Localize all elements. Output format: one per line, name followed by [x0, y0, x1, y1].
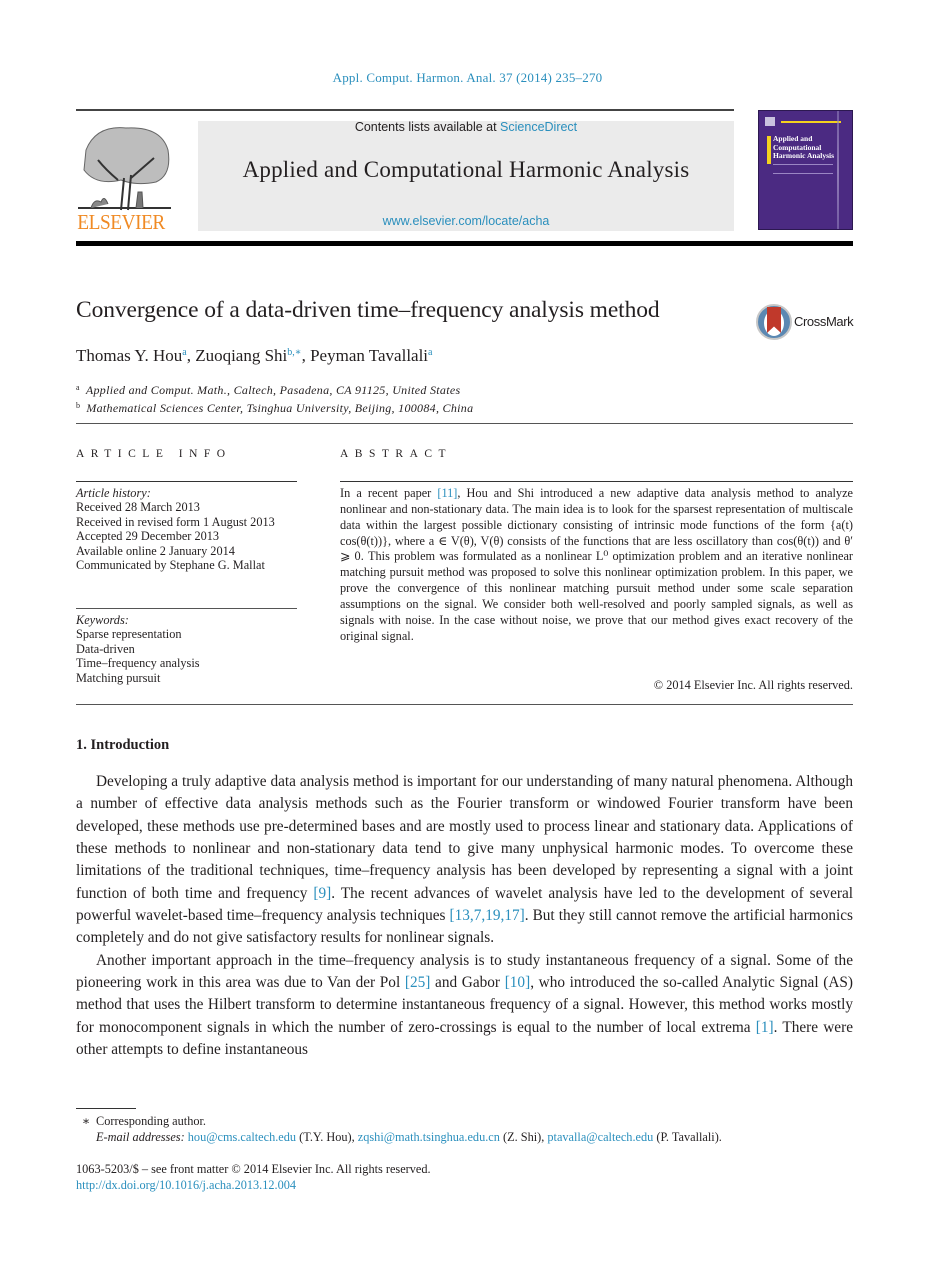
author-affiliation-link[interactable]: b,∗ [287, 347, 301, 358]
cover-title: Applied and Computational Harmonic Analy… [773, 134, 835, 160]
keyword: Matching pursuit [76, 670, 161, 685]
cover-publisher-logo-icon [765, 117, 775, 126]
citation-link[interactable]: [13,7,19,17] [450, 907, 525, 924]
article-title: Convergence of a data-driven time–freque… [76, 297, 660, 323]
email-link[interactable]: zqshi@math.tsinghua.edu.cn [358, 1130, 500, 1144]
keyword: Data-driven [76, 641, 135, 656]
crossmark-button[interactable]: CrossMark [756, 304, 856, 342]
contents-prefix: Contents lists available at [354, 120, 501, 134]
paragraph: Another important approach in the time–f… [76, 950, 853, 1062]
article-history-label: Article history: [76, 486, 151, 500]
footnotes: ∗ Corresponding author. E-mail addresses:… [76, 1113, 853, 1145]
journal-citation-link[interactable]: Appl. Comput. Harmon. Anal. 37 (2014) 23… [0, 70, 935, 86]
journal-cover-image[interactable]: Applied and Computational Harmonic Analy… [758, 110, 853, 230]
history-item: Received in revised form 1 August 2013 [76, 514, 275, 529]
citation-link[interactable]: [11] [437, 486, 457, 500]
sciencedirect-link[interactable]: ScienceDirect [500, 120, 577, 134]
body-text: Developing a truly adaptive data analysi… [76, 771, 853, 1061]
author-name: Zuoqiang Shi [195, 346, 288, 365]
author-affiliation-link[interactable]: a [428, 347, 432, 358]
front-matter: 1063-5203/$ – see front matter © 2014 El… [76, 1161, 431, 1193]
abstract-text: In a recent paper [11], Hou and Shi intr… [340, 486, 853, 644]
citation-link[interactable]: [9] [313, 885, 331, 902]
footnote-rule [76, 1108, 136, 1109]
author-affiliation-link[interactable]: a [182, 347, 186, 358]
article-info-heading: ARTICLE INFO [76, 448, 232, 460]
text-segment: Developing a truly adaptive data analysi… [76, 773, 853, 902]
email-owner: (T.Y. Hou), [296, 1130, 358, 1144]
crossmark-label: CrossMark [794, 314, 854, 329]
journal-name: Applied and Computational Harmonic Analy… [242, 157, 690, 182]
header-rule [76, 109, 734, 111]
cover-subtitle-lines [773, 164, 833, 174]
email-addresses: E-mail addresses: hou@cms.caltech.edu (T… [76, 1129, 853, 1145]
email-label: E-mail addresses: [96, 1130, 185, 1144]
citation-link[interactable]: [25] [405, 974, 431, 991]
divider [76, 608, 297, 609]
history-item: Communicated by Stephane G. Mallat [76, 558, 265, 573]
header-thick-rule [76, 241, 853, 246]
journal-homepage-link[interactable]: www.elsevier.com/locate/acha [198, 214, 734, 228]
citation-link[interactable]: [10] [505, 974, 531, 991]
history-item: Received 28 March 2013 [76, 500, 200, 515]
cover-side-bar [767, 136, 771, 164]
cover-accent-bar [781, 121, 841, 123]
footnote-marker: ∗ [81, 1114, 91, 1128]
corresponding-author-note: ∗ Corresponding author. [76, 1113, 853, 1129]
affiliation: b Mathematical Sciences Center, Tsinghua … [76, 398, 473, 416]
affiliation-text: Applied and Comput. Math., Caltech, Pasa… [85, 383, 461, 397]
history-item: Available online 2 January 2014 [76, 543, 235, 558]
author-list: Thomas Y. Houa, Zuoqiang Shib,∗, Peyman … [76, 346, 433, 365]
keywords-label: Keywords: [76, 613, 129, 627]
divider [76, 481, 297, 482]
abstract-copyright: © 2014 Elsevier Inc. All rights reserved… [653, 678, 853, 692]
divider [76, 423, 853, 424]
citation-link[interactable]: [1] [756, 1019, 774, 1036]
divider [340, 481, 853, 482]
email-link[interactable]: ptavalla@caltech.edu [547, 1130, 653, 1144]
email-owner: (Z. Shi), [499, 1130, 548, 1144]
email-owner: (P. Tavallali). [653, 1130, 722, 1144]
issn-line: 1063-5203/$ – see front matter © 2014 El… [76, 1162, 431, 1176]
affiliation-key: a [76, 383, 80, 392]
text-segment: and Gabor [430, 974, 505, 992]
corresponding-author-text: Corresponding author. [96, 1114, 206, 1128]
author-name: Thomas Y. Hou [76, 346, 183, 365]
paragraph: Developing a truly adaptive data analysi… [76, 771, 853, 950]
affiliations: a Applied and Comput. Math., Caltech, Pas… [76, 380, 473, 416]
keywords: Keywords: Sparse representation Data-dri… [76, 613, 297, 685]
contents-line: Contents lists available at ScienceDirec… [198, 120, 734, 134]
history-item: Accepted 29 December 2013 [76, 529, 220, 544]
affiliation-text: Mathematical Sciences Center, Tsinghua U… [86, 401, 474, 415]
abstract-text-segment: , Hou and Shi introduced a new adaptive … [340, 486, 854, 643]
keyword: Time–frequency analysis [76, 656, 200, 671]
email-link[interactable]: hou@cms.caltech.edu [188, 1130, 296, 1144]
section-heading: 1. Introduction [76, 737, 170, 753]
elsevier-wordmark: ELSEVIER [77, 210, 165, 234]
doi-link[interactable]: http://dx.doi.org/10.1016/j.acha.2013.12… [76, 1177, 431, 1193]
abstract-text-segment: In a recent paper [340, 486, 438, 500]
affiliation: a Applied and Comput. Math., Caltech, Pas… [76, 380, 473, 398]
affiliation-key: b [76, 401, 81, 410]
divider [76, 704, 853, 705]
abstract-heading: ABSTRACT [340, 448, 453, 460]
article-history: Article history: Received 28 March 2013 … [76, 486, 297, 572]
cover-waveform-graphic [837, 111, 839, 229]
author-name: Peyman Tavallali [310, 346, 429, 365]
keyword: Sparse representation [76, 627, 182, 642]
